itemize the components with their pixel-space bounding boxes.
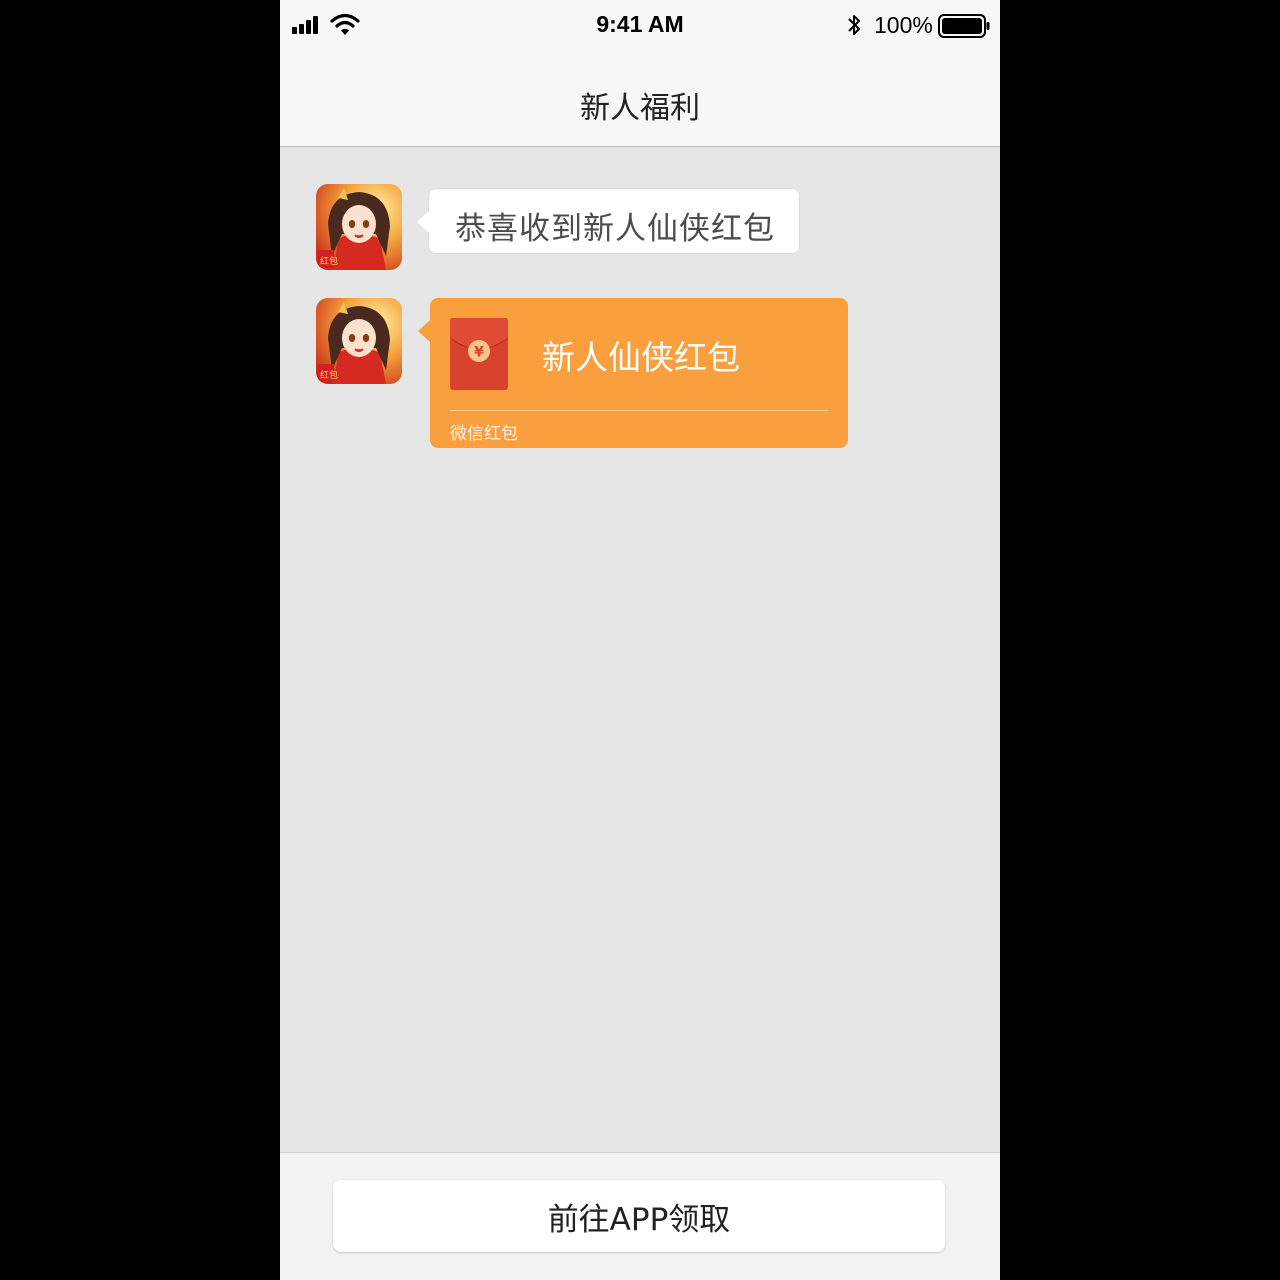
red-packet-message[interactable]: ¥ 新人仙侠红包 微信红包 <box>418 298 848 448</box>
battery-percent: 100% <box>874 12 933 38</box>
claim-in-app-button[interactable]: 前往APP领取 <box>333 1180 945 1252</box>
nav-bar: 新人福利 <box>280 50 1000 147</box>
phone-screen: 9:41 AM 100% 新人福利 红包 恭喜收到新人仙侠红包 红包 ¥ 新人仙… <box>280 0 1000 1280</box>
avatar[interactable]: 红包 <box>316 298 402 384</box>
battery-icon <box>938 14 990 38</box>
status-bar: 9:41 AM 100% <box>280 0 1000 50</box>
page-title: 新人福利 <box>580 91 700 126</box>
svg-text:红包: 红包 <box>320 369 338 381</box>
red-packet-source: 微信红包 <box>450 424 518 444</box>
avatar[interactable]: 红包 <box>316 184 402 270</box>
bluetooth-icon <box>848 15 860 35</box>
red-packet-title: 新人仙侠红包 <box>542 338 740 377</box>
svg-text:¥: ¥ <box>474 345 484 361</box>
svg-text:红包: 红包 <box>320 255 338 267</box>
red-envelope-icon: ¥ <box>450 318 508 390</box>
bottom-bar: 前往APP领取 <box>280 1152 1000 1280</box>
message-bubble-text: 恭喜收到新人仙侠红包 <box>417 188 800 254</box>
message-text: 恭喜收到新人仙侠红包 <box>455 211 775 247</box>
divider <box>450 410 828 411</box>
